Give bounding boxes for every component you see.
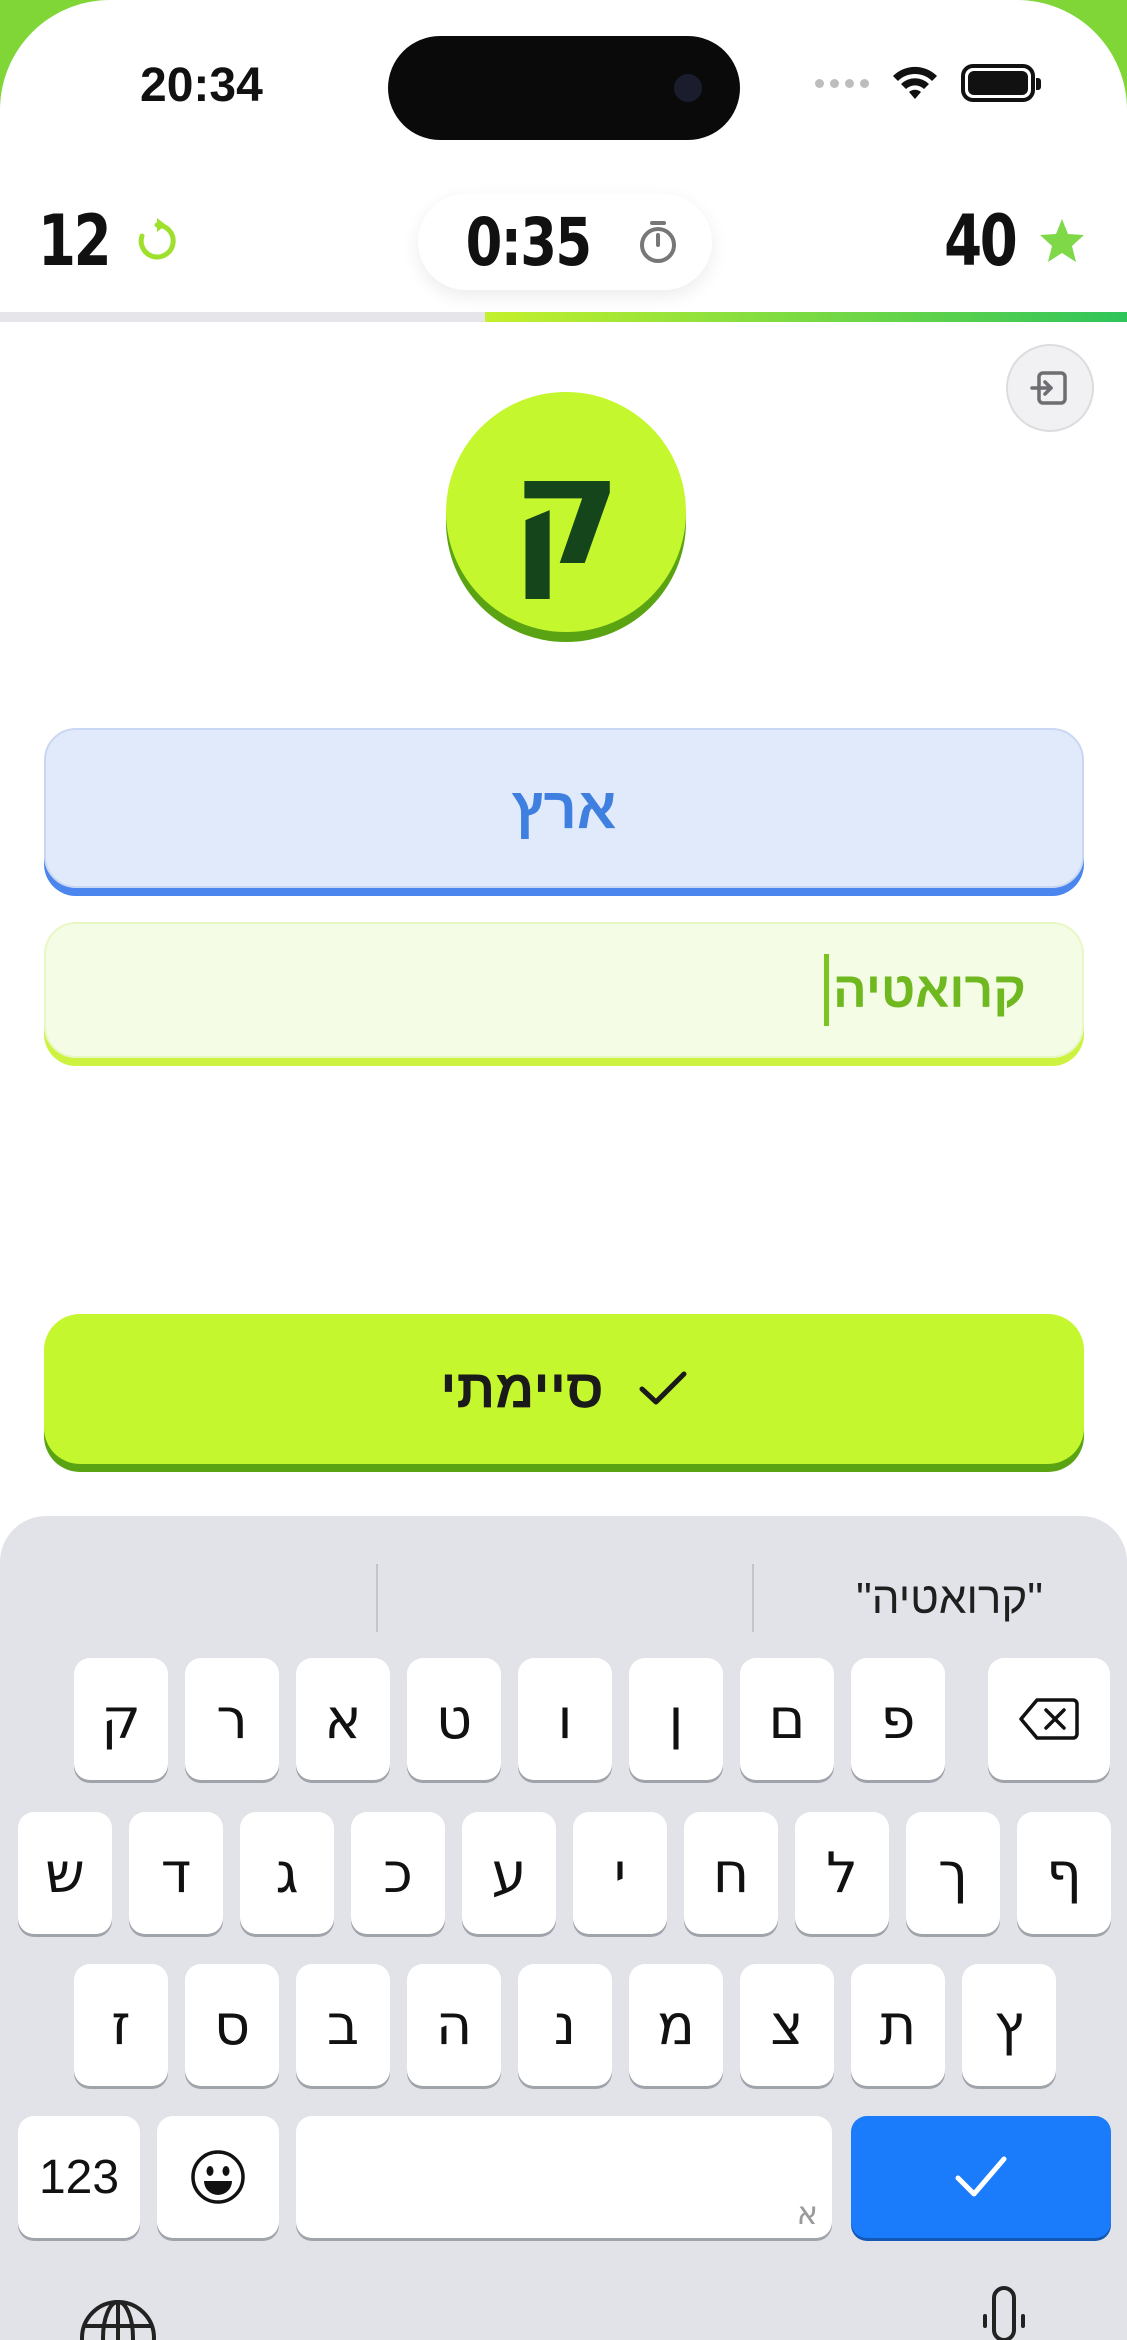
text-caret — [824, 954, 830, 1026]
round-progress-bar — [0, 312, 1127, 322]
suggestion-divider — [752, 1564, 754, 1632]
keyboard-key[interactable]: ו — [518, 1658, 612, 1780]
keyboard-key[interactable]: צ — [740, 1964, 834, 2086]
keyboard-key[interactable]: ס — [185, 1964, 279, 2086]
microphone-icon[interactable] — [982, 2286, 1026, 2340]
category-label: ארץ — [511, 775, 617, 841]
checkmark-icon — [955, 2156, 1007, 2197]
battery-icon — [961, 64, 1041, 102]
keyboard-key[interactable]: ז — [74, 1964, 168, 2086]
backspace-key[interactable] — [988, 1658, 1110, 1780]
status-time: 20:34 — [140, 59, 263, 112]
space-key-hint: א — [796, 2194, 818, 2232]
keyboard-key[interactable]: ב — [296, 1964, 390, 2086]
keyboard-key[interactable]: ת — [851, 1964, 945, 2086]
space-key[interactable]: א — [296, 2116, 832, 2238]
app-screen: 20:34 12 0:35 40 ק ארץ קרואטיה סיימתי "ק… — [0, 0, 1127, 2340]
retry-icon — [139, 218, 177, 260]
done-button[interactable]: סיימתי — [44, 1314, 1084, 1464]
timer-value: 0:35 — [465, 203, 593, 281]
camera-icon — [674, 74, 702, 102]
keyboard-key[interactable]: ט — [407, 1658, 501, 1780]
category-card: ארץ — [44, 728, 1084, 888]
answer-input[interactable]: קרואטיה — [44, 922, 1084, 1058]
star-icon — [1040, 219, 1084, 262]
keyboard-key[interactable]: ש — [18, 1812, 112, 1934]
keyboard-key[interactable]: ק — [74, 1658, 168, 1780]
exit-button[interactable] — [1006, 344, 1094, 432]
globe-icon[interactable] — [78, 2298, 158, 2340]
keyboard-key[interactable]: ך — [906, 1812, 1000, 1934]
status-icons — [815, 64, 1041, 102]
keyboard-key[interactable]: א — [296, 1658, 390, 1780]
wifi-icon — [893, 66, 937, 99]
keyboard-key[interactable]: ה — [407, 1964, 501, 2086]
keyboard-key[interactable]: ד — [129, 1812, 223, 1934]
timer-pill: 0:35 — [418, 194, 712, 290]
suggestion-item[interactable]: "קרואטיה" — [856, 1574, 1043, 1624]
suggestion-divider — [376, 1564, 378, 1632]
keyboard-key[interactable]: ע — [462, 1812, 556, 1934]
keyboard-key[interactable]: ר — [185, 1658, 279, 1780]
retries-counter[interactable]: 12 — [38, 196, 181, 286]
stopwatch-icon — [640, 221, 677, 263]
keyboard-key[interactable]: ן — [629, 1658, 723, 1780]
keyboard-key[interactable]: ץ — [962, 1964, 1056, 2086]
current-letter: ק — [510, 425, 622, 599]
keyboard-key[interactable]: פ — [851, 1658, 945, 1780]
emoji-key[interactable] — [157, 2116, 279, 2238]
keyboard-key[interactable]: נ — [518, 1964, 612, 2086]
dynamic-island — [388, 36, 740, 140]
suggestion-bar: "קרואטיה" — [0, 1544, 1127, 1654]
retries-count: 12 — [38, 200, 112, 282]
keyboard-key[interactable]: ם — [740, 1658, 834, 1780]
score-counter: 40 — [924, 196, 1087, 286]
keyboard-key[interactable]: ח — [684, 1812, 778, 1934]
emoji-icon — [191, 2150, 245, 2204]
done-button-label: סיימתי — [440, 1359, 604, 1419]
score-value: 40 — [943, 200, 1018, 282]
backspace-icon — [1019, 1698, 1079, 1740]
keyboard-key[interactable]: ף — [1017, 1812, 1111, 1934]
checkmark-icon — [639, 1371, 687, 1405]
signal-icon — [815, 78, 869, 88]
exit-icon — [1030, 371, 1067, 405]
keyboard: "קרואטיה" קראטוןםפשדגכעיחלךףזסבהנמצתץ 12… — [0, 1516, 1127, 2340]
numbers-key[interactable]: 123 — [18, 2116, 140, 2238]
keyboard-key[interactable]: כ — [351, 1812, 445, 1934]
keyboard-key[interactable]: מ — [629, 1964, 723, 2086]
keyboard-key[interactable]: ל — [795, 1812, 889, 1934]
answer-value: קרואטיה — [833, 962, 1026, 1018]
round-progress-fill — [484, 312, 1127, 322]
letter-badge: ק — [446, 392, 686, 632]
enter-key[interactable] — [851, 2116, 1111, 2238]
keyboard-key[interactable]: י — [573, 1812, 667, 1934]
keyboard-key[interactable]: ג — [240, 1812, 334, 1934]
